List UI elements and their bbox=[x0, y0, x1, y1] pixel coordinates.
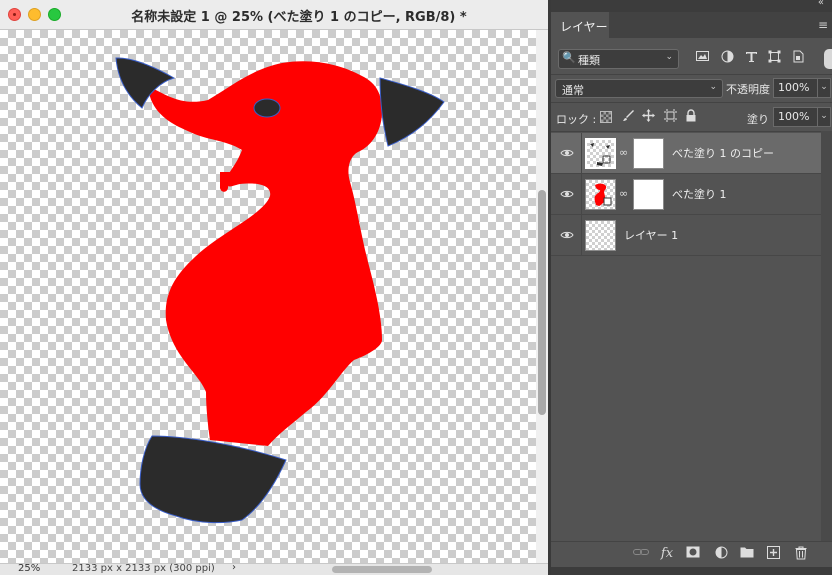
link-chain-icon[interactable]: ∞ bbox=[619, 146, 628, 159]
opacity-dropdown-icon[interactable]: ⌄ bbox=[817, 78, 831, 98]
link-chain-icon[interactable]: ∞ bbox=[619, 187, 628, 200]
chevron-down-icon: ⌄ bbox=[709, 82, 717, 92]
opacity-label: 不透明度 : bbox=[726, 83, 778, 96]
layer-mask-thumbnail[interactable] bbox=[633, 179, 664, 210]
blend-mode-value: 通常 bbox=[562, 84, 584, 97]
chevron-down-icon: ⌄ bbox=[665, 52, 673, 62]
layer-thumbnail[interactable] bbox=[585, 179, 616, 210]
blend-mode-select[interactable]: 通常 ⌄ bbox=[555, 79, 723, 98]
right-ear-shape[interactable] bbox=[379, 77, 445, 147]
new-group-icon[interactable] bbox=[739, 546, 755, 562]
layer-name[interactable]: レイヤー 1 bbox=[624, 227, 678, 243]
panel-tab-bar: レイヤー ≡ bbox=[551, 12, 832, 38]
search-icon: 🔍 bbox=[562, 51, 576, 64]
panel-footer-strip bbox=[551, 567, 832, 575]
lock-position-icon[interactable] bbox=[641, 109, 655, 123]
status-bar: 25% 2133 px x 2133 px (300 ppi) › bbox=[0, 562, 548, 575]
layer-name[interactable]: べた塗り 1 のコピー bbox=[672, 145, 774, 161]
vertical-scroll-thumb[interactable] bbox=[538, 190, 546, 415]
layer-thumbnail[interactable] bbox=[585, 220, 616, 251]
document-window: 名称未設定 1 @ 25% (べた塗り 1 のコピー, RGB/8) * 25%… bbox=[0, 0, 548, 575]
layer-name[interactable]: べた塗り 1 bbox=[672, 186, 727, 202]
row-separator bbox=[581, 174, 582, 214]
status-menu-arrow[interactable]: › bbox=[232, 562, 236, 573]
layer-mask-thumbnail[interactable] bbox=[633, 138, 664, 169]
smart-object-filter-icon[interactable] bbox=[791, 50, 805, 66]
layer-row[interactable]: ∞ べた塗り 1 のコピー bbox=[551, 133, 821, 174]
type-filter-icon[interactable] bbox=[744, 50, 758, 66]
adjustment-filter-icon[interactable] bbox=[720, 50, 734, 66]
collapse-icon[interactable]: « bbox=[818, 0, 824, 8]
panel-menu-icon[interactable]: ≡ bbox=[818, 18, 828, 32]
layer-row[interactable]: レイヤー 1 bbox=[551, 215, 821, 256]
close-button[interactable] bbox=[8, 8, 21, 21]
separator bbox=[551, 74, 832, 75]
panel-bottom-toolbar: fx bbox=[551, 541, 832, 568]
row-separator bbox=[581, 133, 582, 173]
lock-all-icon[interactable] bbox=[684, 109, 698, 123]
red-drip-shape bbox=[220, 172, 230, 192]
link-layers-icon[interactable] bbox=[633, 546, 649, 562]
fill-dropdown-icon[interactable]: ⌄ bbox=[817, 107, 831, 127]
separator bbox=[551, 102, 832, 103]
adjustment-layer-icon[interactable] bbox=[713, 546, 729, 562]
eye-shape[interactable] bbox=[253, 98, 281, 118]
layer-row[interactable]: ∞ べた塗り 1 bbox=[551, 174, 821, 215]
opacity-input[interactable]: 100% bbox=[773, 78, 819, 98]
zoom-level[interactable]: 25% bbox=[18, 563, 40, 574]
minimize-button[interactable] bbox=[28, 8, 41, 21]
add-mask-icon[interactable] bbox=[685, 546, 701, 562]
image-filter-icon[interactable] bbox=[695, 50, 709, 66]
zoom-button[interactable] bbox=[48, 8, 61, 21]
fill-input[interactable]: 100% bbox=[773, 107, 819, 127]
fill-label: 塗り : bbox=[747, 113, 777, 126]
filter-toggle[interactable] bbox=[824, 49, 832, 69]
title-bar: 名称未設定 1 @ 25% (べた塗り 1 のコピー, RGB/8) * bbox=[0, 0, 548, 30]
separator bbox=[551, 131, 832, 132]
red-figure-shape[interactable] bbox=[148, 61, 382, 446]
vertical-scrollbar[interactable] bbox=[536, 30, 548, 563]
fx-icon[interactable]: fx bbox=[659, 546, 675, 562]
horizontal-scroll-thumb[interactable] bbox=[332, 566, 432, 573]
lock-artboard-icon[interactable] bbox=[663, 109, 677, 123]
shape-filter-icon[interactable] bbox=[767, 50, 781, 66]
layers-scrollbar[interactable] bbox=[821, 131, 832, 541]
visibility-eye-icon[interactable] bbox=[560, 187, 574, 201]
new-layer-icon[interactable] bbox=[765, 546, 781, 562]
lock-transparent-pixels-icon[interactable] bbox=[600, 111, 612, 123]
layer-filter-select[interactable]: 🔍 種類 ⌄ bbox=[558, 49, 679, 69]
tab-layers[interactable]: レイヤー bbox=[551, 12, 609, 38]
lock-image-pixels-icon[interactable] bbox=[621, 109, 635, 123]
trash-icon[interactable] bbox=[793, 546, 809, 562]
visibility-eye-icon[interactable] bbox=[560, 146, 574, 160]
window-title: 名称未設定 1 @ 25% (べた塗り 1 のコピー, RGB/8) * bbox=[131, 10, 467, 25]
row-separator bbox=[581, 215, 582, 255]
lock-label: ロック : bbox=[556, 113, 597, 126]
panel-header-strip: « bbox=[551, 0, 832, 12]
visibility-eye-icon[interactable] bbox=[560, 228, 574, 242]
layer-thumbnail[interactable] bbox=[585, 138, 616, 169]
layers-panel: « レイヤー ≡ 🔍 種類 ⌄ 通常 ⌄ 不透明度 : 100% ⌄ ロック : bbox=[551, 0, 832, 575]
artwork bbox=[115, 57, 445, 524]
filter-kind-label: 種類 bbox=[578, 54, 600, 67]
document-size: 2133 px x 2133 px (300 ppi) bbox=[72, 563, 215, 574]
foot-shape[interactable] bbox=[139, 435, 287, 524]
canvas[interactable] bbox=[0, 30, 536, 563]
